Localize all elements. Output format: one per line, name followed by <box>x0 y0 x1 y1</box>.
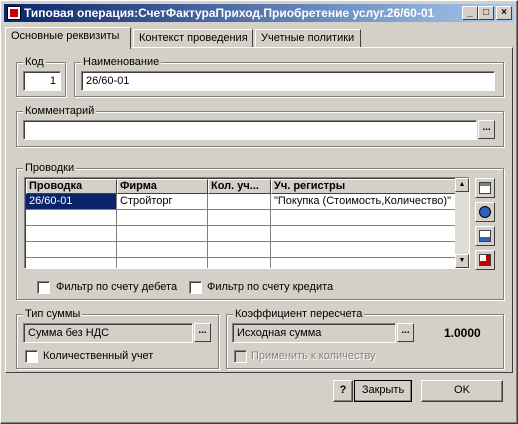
ok-button[interactable]: OK <box>421 380 503 402</box>
help-button[interactable]: ? <box>333 380 353 402</box>
recalc-select-button[interactable]: ... <box>397 323 414 342</box>
scroll-up-icon[interactable]: ▲ <box>455 178 469 192</box>
code-field[interactable]: 1 <box>23 71 61 91</box>
table-cell-empty[interactable] <box>26 242 117 258</box>
window-title: Типовая операция:СчетФактураПриход.Приоб… <box>24 6 435 20</box>
tab-main-details[interactable]: Основные реквизиты <box>5 27 131 49</box>
filter-debit-checkbox[interactable] <box>37 281 50 294</box>
table-cell-empty[interactable] <box>117 242 208 258</box>
quantity-accounting-checkbox[interactable] <box>25 350 38 363</box>
copy-row-icon <box>479 206 491 218</box>
add-row-button[interactable] <box>475 178 495 198</box>
minimize-button[interactable]: _ <box>462 6 478 20</box>
dialog-window: Типовая операция:СчетФактураПриход.Приоб… <box>0 0 518 424</box>
postings-table[interactable]: Проводка Фирма Кол. уч... Уч. регистры 2… <box>24 177 470 269</box>
app-icon <box>7 6 21 20</box>
maximize-button[interactable]: □ <box>478 6 494 20</box>
scroll-down-icon[interactable]: ▼ <box>455 254 469 268</box>
copy-row-button[interactable] <box>475 202 495 222</box>
table-cell-empty[interactable] <box>271 258 469 268</box>
column-header-registers[interactable]: Уч. регистры <box>271 179 469 194</box>
filter-credit-checkbox[interactable] <box>189 281 202 294</box>
column-header-posting[interactable]: Проводка <box>26 179 117 194</box>
table-cell-empty[interactable] <box>208 258 271 268</box>
table-cell-empty[interactable] <box>117 258 208 268</box>
table-cell-firm[interactable]: Стройторг <box>117 194 208 210</box>
table-cell-empty[interactable] <box>271 226 469 242</box>
filter-debit-label: Фильтр по счету дебета <box>56 281 178 293</box>
table-cell-empty[interactable] <box>26 258 117 268</box>
column-header-qty[interactable]: Кол. уч... <box>208 179 271 194</box>
delete-row-button[interactable] <box>475 250 495 270</box>
postings-scrollbar[interactable]: ▲ ▼ <box>455 178 469 268</box>
table-cell-registers[interactable]: "Покупка (Стоимость,Количество)" <box>271 194 469 210</box>
table-cell-empty[interactable] <box>26 226 117 242</box>
table-cell-empty[interactable] <box>117 210 208 226</box>
recalc-label: Коэффициент пересчета <box>233 308 365 320</box>
postings-label: Проводки <box>23 162 77 174</box>
filter-credit-label: Фильтр по счету кредита <box>207 281 334 293</box>
edit-row-icon <box>479 230 491 242</box>
table-cell-empty[interactable] <box>26 210 117 226</box>
delete-row-icon <box>479 254 491 266</box>
name-field[interactable]: 26/60-01 <box>81 71 495 91</box>
table-cell-posting[interactable]: 26/60-01 <box>26 194 117 210</box>
add-row-icon <box>479 182 491 194</box>
table-cell-empty[interactable] <box>208 226 271 242</box>
tab-posting-context[interactable]: Контекст проведения <box>133 29 253 48</box>
comment-label: Комментарий <box>23 105 97 117</box>
edit-row-button[interactable] <box>475 226 495 246</box>
table-cell-empty[interactable] <box>208 242 271 258</box>
apply-to-quantity-label: Применить к количеству <box>251 350 376 362</box>
title-bar: Типовая операция:СчетФактураПриход.Приоб… <box>4 4 514 22</box>
table-cell-empty[interactable] <box>117 226 208 242</box>
help-icon: ? <box>339 384 347 396</box>
table-cell-qty[interactable] <box>208 194 271 210</box>
recalc-field[interactable]: Исходная сумма <box>232 323 396 343</box>
sum-type-select-button[interactable]: ... <box>194 323 211 342</box>
sum-type-label: Тип суммы <box>23 308 83 320</box>
recalc-coefficient-value: 1.0000 <box>444 326 481 340</box>
table-cell-empty[interactable] <box>208 210 271 226</box>
table-cell-empty[interactable] <box>271 242 469 258</box>
quantity-accounting-label: Количественный учет <box>43 350 154 362</box>
code-label: Код <box>23 56 46 68</box>
name-label: Наименование <box>81 56 162 68</box>
close-window-button[interactable]: × <box>496 6 512 20</box>
table-cell-empty[interactable] <box>271 210 469 226</box>
column-header-firm[interactable]: Фирма <box>117 179 208 194</box>
comment-select-button[interactable]: ... <box>478 120 495 139</box>
comment-field[interactable] <box>23 120 477 140</box>
sum-type-field[interactable]: Сумма без НДС <box>23 323 193 343</box>
apply-to-quantity-checkbox[interactable] <box>234 350 247 363</box>
close-button[interactable]: Закрыть <box>354 380 412 402</box>
tab-accounting-policies[interactable]: Учетные политики <box>255 29 361 48</box>
